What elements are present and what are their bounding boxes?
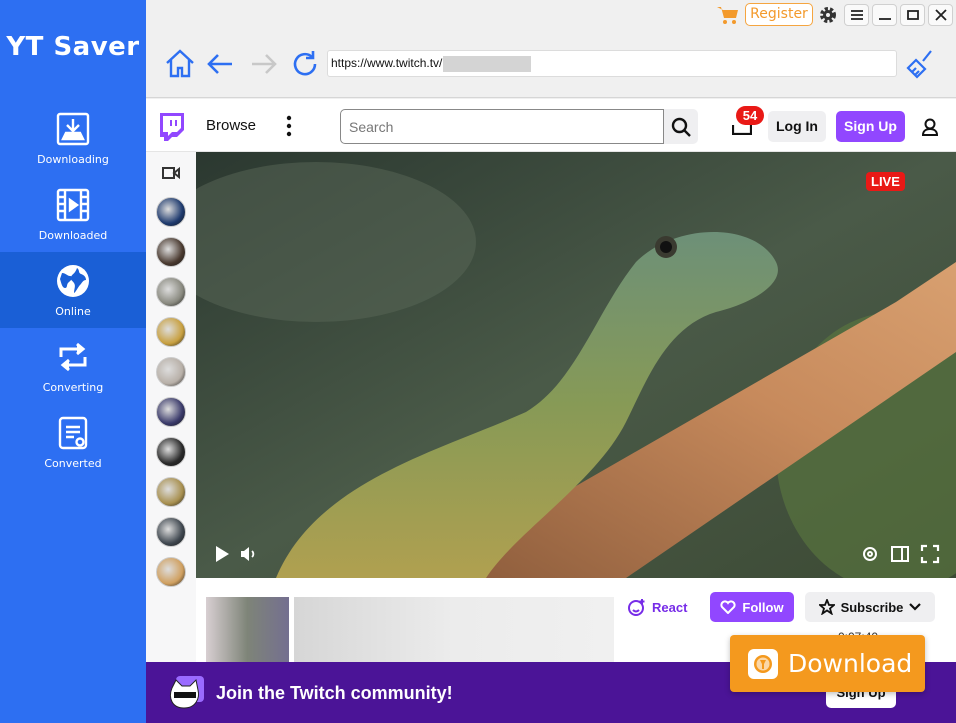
menu-button[interactable] <box>844 4 869 26</box>
sidebar-item-label: Converting <box>42 380 104 394</box>
download-icon <box>56 112 90 145</box>
followed-channels-bar <box>146 152 196 662</box>
subscribe-button[interactable]: Subscribe <box>805 592 935 622</box>
close-button[interactable] <box>928 4 953 26</box>
refresh-icon[interactable] <box>289 48 321 80</box>
sidebar-item-label: Online <box>55 304 91 318</box>
sidebar-item-label: Downloading <box>37 152 109 166</box>
sidebar-item-label: Converted <box>44 456 102 470</box>
broom-icon[interactable] <box>904 48 936 80</box>
volume-icon[interactable] <box>238 544 258 564</box>
channel-avatar[interactable] <box>156 237 186 267</box>
close-icon <box>934 9 947 21</box>
channel-avatar[interactable] <box>156 517 186 547</box>
url-input[interactable]: https://www.twitch.tv/ <box>327 50 897 77</box>
search-button[interactable] <box>664 109 698 144</box>
react-button[interactable]: React <box>628 592 687 622</box>
sidebar-item-downloaded[interactable]: Downloaded <box>0 176 146 252</box>
channel-avatar[interactable] <box>156 557 186 587</box>
download-label: Download <box>788 649 913 678</box>
forward-icon[interactable] <box>248 48 280 80</box>
glitch-mascot-icon <box>170 676 204 709</box>
react-label: React <box>652 599 688 615</box>
inbox-count-badge: 54 <box>736 106 764 125</box>
signup-button[interactable]: Sign Up <box>836 111 905 142</box>
react-smiley-icon <box>628 599 645 616</box>
sidebar-item-label: Downloaded <box>38 228 108 242</box>
download-app-icon <box>748 648 778 679</box>
gear-icon[interactable] <box>818 5 838 25</box>
search-icon <box>671 117 691 137</box>
home-icon[interactable] <box>164 48 196 80</box>
video-camera-icon[interactable] <box>162 166 180 180</box>
stream-title-blurred <box>294 597 614 662</box>
twitch-logo-icon[interactable] <box>158 113 184 141</box>
browser-toolbar: https://www.twitch.tv/ <box>146 30 956 98</box>
channel-avatar[interactable] <box>156 477 186 507</box>
menu-icon <box>850 10 863 20</box>
chevron-down-icon <box>909 603 922 611</box>
globe-icon <box>57 264 89 297</box>
maximize-button[interactable] <box>900 4 925 26</box>
stream-video-frame <box>196 152 956 578</box>
banner-text: Join the Twitch community! <box>216 683 453 703</box>
maximize-icon <box>906 10 919 20</box>
browse-link[interactable]: Browse <box>206 117 256 134</box>
channel-avatar[interactable] <box>156 397 186 427</box>
user-icon[interactable] <box>921 118 939 136</box>
converted-doc-icon <box>58 416 88 449</box>
channel-avatar[interactable] <box>156 317 186 347</box>
live-badge: LIVE <box>866 172 905 191</box>
play-icon[interactable] <box>212 544 232 564</box>
minimize-button[interactable] <box>872 4 897 26</box>
register-button[interactable]: Register <box>745 3 813 26</box>
channel-avatar[interactable] <box>156 357 186 387</box>
sidebar-item-converted[interactable]: Converted <box>0 404 146 480</box>
video-player[interactable]: LIVE <box>196 152 956 578</box>
follow-button[interactable]: Follow <box>710 592 794 622</box>
url-redacted <box>443 55 532 72</box>
search-input[interactable]: Search <box>340 109 664 144</box>
sidebar: YT Saver Downloading Downloaded Online C… <box>0 0 146 723</box>
title-bar: Register <box>146 0 956 30</box>
minimize-icon <box>878 18 891 20</box>
cart-icon[interactable] <box>716 5 740 25</box>
convert-icon <box>59 342 87 371</box>
app-logo: YT Saver <box>6 32 140 62</box>
subscribe-label: Subscribe <box>840 599 904 615</box>
sidebar-item-converting[interactable]: Converting <box>0 328 146 404</box>
more-options-icon[interactable] <box>284 115 294 137</box>
sidebar-item-online[interactable]: Online <box>0 252 146 328</box>
download-button[interactable]: Download <box>730 635 925 692</box>
sidebar-item-downloading[interactable]: Downloading <box>0 100 146 176</box>
back-icon[interactable] <box>204 48 236 80</box>
channel-avatar[interactable] <box>156 437 186 467</box>
film-icon <box>56 188 90 221</box>
twitch-top-nav: Browse Search 54 Log In Sign Up <box>146 99 956 152</box>
url-text: https://www.twitch.tv/ <box>331 56 443 70</box>
channel-thumbnail[interactable] <box>206 597 289 662</box>
channel-avatar[interactable] <box>156 277 186 307</box>
heart-icon <box>720 600 736 614</box>
star-icon <box>818 599 835 615</box>
channel-avatar[interactable] <box>156 197 186 227</box>
fullscreen-icon[interactable] <box>920 544 940 564</box>
theatre-mode-icon[interactable] <box>890 544 910 564</box>
login-button[interactable]: Log In <box>768 111 826 142</box>
settings-icon[interactable] <box>860 544 880 564</box>
follow-label: Follow <box>742 599 784 615</box>
